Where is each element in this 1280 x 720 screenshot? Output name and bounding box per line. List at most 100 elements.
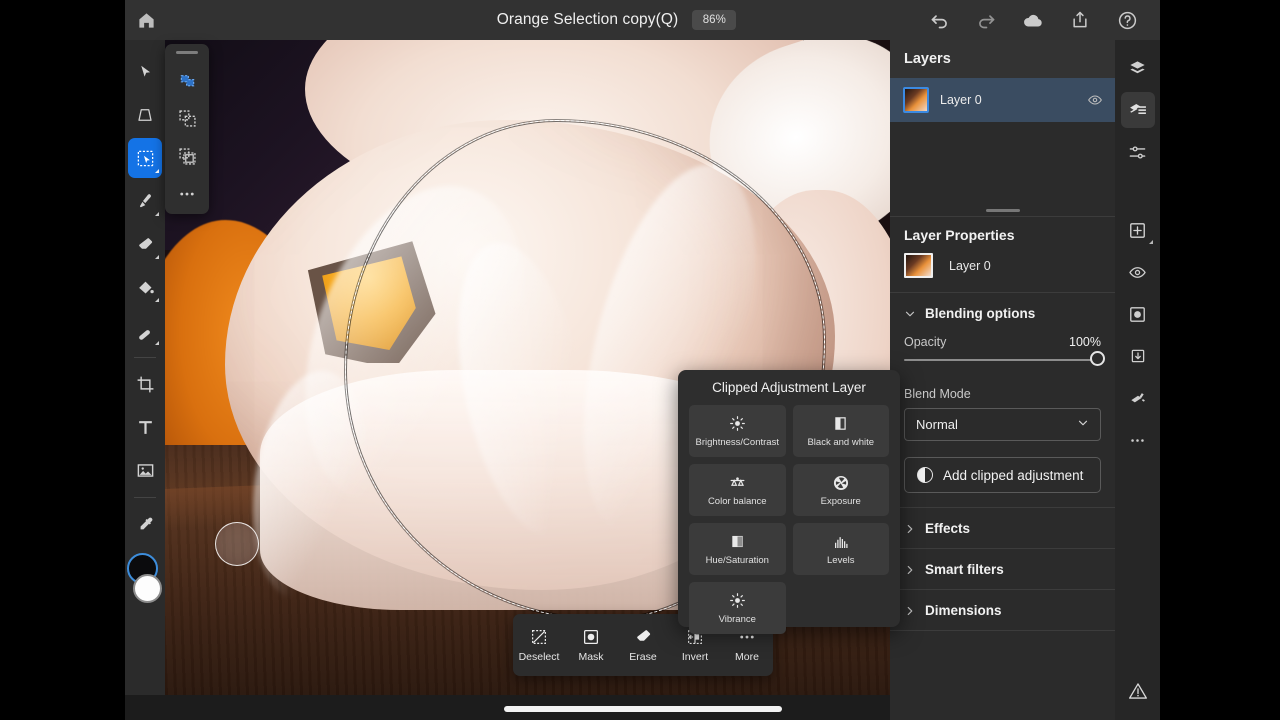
eraser-icon xyxy=(634,627,653,646)
fill-tool[interactable] xyxy=(128,267,162,307)
mask-button[interactable]: Mask xyxy=(566,627,616,663)
deselect-button[interactable]: Deselect xyxy=(514,627,564,663)
home-icon[interactable] xyxy=(135,9,157,31)
selection-tool[interactable] xyxy=(128,138,162,178)
blending-options-header[interactable]: Blending options xyxy=(890,293,1115,333)
add-selection-icon[interactable] xyxy=(170,101,204,137)
adjustment-label: Brightness/Contrast xyxy=(695,436,779,448)
tool-submenu-indicator xyxy=(155,212,159,216)
adjustment-brightness-contrast[interactable]: Brightness/Contrast xyxy=(689,405,786,457)
color-swatches[interactable] xyxy=(127,553,163,609)
adjustment-label: Exposure xyxy=(820,495,861,507)
layers-list-icon[interactable] xyxy=(1120,92,1155,128)
letterbox-left xyxy=(0,0,125,720)
layer-mask-icon[interactable] xyxy=(1121,296,1155,332)
section-label: Smart filters xyxy=(925,562,1004,577)
redo-icon[interactable] xyxy=(975,9,997,31)
clipping-mask-icon[interactable] xyxy=(1121,380,1155,416)
dimensions-section-header[interactable]: Dimensions xyxy=(890,590,1115,630)
section-label: Dimensions xyxy=(925,603,1002,618)
new-selection-icon[interactable] xyxy=(170,63,204,99)
home-indicator[interactable] xyxy=(503,706,782,712)
opacity-value: 100% xyxy=(1069,335,1101,349)
button-label: Invert xyxy=(681,651,709,663)
warning-triangle-icon[interactable] xyxy=(1128,681,1148,706)
submenu-indicator xyxy=(1148,240,1153,244)
place-image-tool[interactable] xyxy=(128,450,162,490)
move-tool[interactable] xyxy=(128,52,162,92)
blend-mode-select[interactable]: Normal xyxy=(904,408,1101,441)
flyout-drag-handle[interactable] xyxy=(176,51,198,54)
cloud-icon[interactable] xyxy=(1022,9,1044,31)
button-label: More xyxy=(735,651,759,663)
adjustment-color-balance[interactable]: Color balance xyxy=(689,464,786,516)
transform-tool[interactable] xyxy=(128,95,162,135)
crop-tool[interactable] xyxy=(128,364,162,404)
zoom-level-badge[interactable]: 86% xyxy=(692,10,737,30)
effects-section-header[interactable]: Effects xyxy=(890,508,1115,548)
adjustment-black-and-white[interactable]: Black and white xyxy=(792,405,889,457)
merge-down-icon[interactable] xyxy=(1121,338,1155,374)
layer-properties-thumbnail[interactable] xyxy=(904,253,933,278)
more-dots-icon[interactable] xyxy=(170,176,204,212)
chevron-right-icon xyxy=(904,605,916,617)
layer-name: Layer 0 xyxy=(940,93,982,107)
adjustment-exposure[interactable]: Exposure xyxy=(792,464,889,516)
adjustment-hue-saturation[interactable]: Hue/Saturation xyxy=(689,523,786,575)
blend-mode-value: Normal xyxy=(916,417,958,432)
background-color-swatch[interactable] xyxy=(133,574,162,603)
button-label: Add clipped adjustment xyxy=(943,467,1084,483)
layers-stack-icon[interactable] xyxy=(1121,50,1155,86)
levels-histogram-icon xyxy=(832,533,850,551)
layer-row-layer-0[interactable]: Layer 0 xyxy=(890,78,1115,122)
opacity-slider[interactable] xyxy=(890,349,1115,375)
opacity-row: Opacity 100% xyxy=(890,333,1115,349)
clipped-adjustment-popup: Clipped Adjustment Layer Brightness/Cont… xyxy=(678,370,900,634)
subtract-selection-icon[interactable] xyxy=(170,138,204,174)
tool-submenu-indicator xyxy=(155,169,159,173)
layer-thumbnail[interactable] xyxy=(903,87,929,113)
hue-saturation-icon xyxy=(729,533,746,551)
more-options-icon[interactable] xyxy=(1121,422,1155,458)
help-icon[interactable] xyxy=(1116,9,1138,31)
selection-mode-flyout xyxy=(165,44,209,214)
opacity-slider-track xyxy=(904,359,1101,361)
adjustment-label: Levels xyxy=(827,554,855,566)
section-label: Blending options xyxy=(925,306,1036,321)
adjustment-popup-title: Clipped Adjustment Layer xyxy=(712,380,866,395)
eye-icon[interactable] xyxy=(1087,92,1103,108)
section-label: Effects xyxy=(925,521,971,536)
adjustment-options-grid: Brightness/Contrast Black and white Colo… xyxy=(689,405,889,634)
panel-resize-handle[interactable] xyxy=(890,204,1115,216)
adjustment-levels[interactable]: Levels xyxy=(792,523,889,575)
type-tool[interactable] xyxy=(128,407,162,447)
undo-icon[interactable] xyxy=(928,9,950,31)
top-bar-left xyxy=(125,9,305,31)
top-bar: Orange Selection copy(Q) 86% xyxy=(125,0,1160,40)
brush-tool[interactable] xyxy=(128,181,162,221)
smart-filters-section-header[interactable]: Smart filters xyxy=(890,549,1115,589)
eyedropper-tool[interactable] xyxy=(128,504,162,544)
black-white-icon xyxy=(832,415,849,433)
adjustment-label: Color balance xyxy=(707,495,767,507)
add-clipped-adjustment-button[interactable]: Add clipped adjustment xyxy=(904,457,1101,493)
chevron-down-icon xyxy=(904,308,916,320)
share-icon[interactable] xyxy=(1069,9,1091,31)
eraser-tool[interactable] xyxy=(128,224,162,264)
tool-submenu-indicator xyxy=(155,341,159,345)
chevron-down-icon xyxy=(1077,416,1089,434)
adjustment-vibrance[interactable]: Vibrance xyxy=(689,582,786,634)
opacity-slider-knob[interactable] xyxy=(1090,351,1105,366)
opacity-label: Opacity xyxy=(904,335,947,349)
adjustments-sliders-icon[interactable] xyxy=(1121,134,1155,170)
panel-divider xyxy=(890,630,1115,631)
layer-visibility-icon[interactable] xyxy=(1121,254,1155,290)
add-layer-icon[interactable] xyxy=(1121,212,1155,248)
adjustment-label: Black and white xyxy=(807,436,875,448)
right-icon-rail xyxy=(1115,40,1160,720)
half-circle-icon xyxy=(917,467,933,483)
erase-button[interactable]: Erase xyxy=(618,627,668,663)
blend-mode-label: Blend Mode xyxy=(904,387,971,401)
device-screen: Orange Selection copy(Q) 86% Clipped Adj… xyxy=(125,0,1160,720)
healing-brush-tool[interactable] xyxy=(128,310,162,350)
